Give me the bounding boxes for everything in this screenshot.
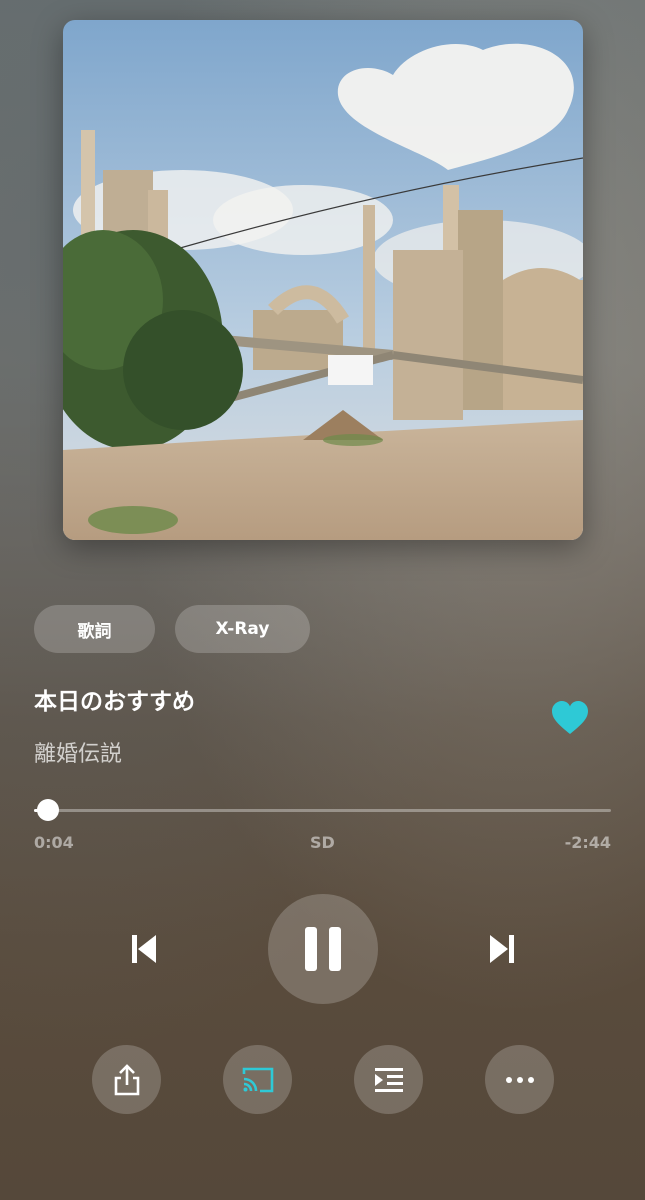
progress-handle[interactable] [36, 799, 59, 821]
more-options-icon [505, 1076, 534, 1083]
skip-next-icon [490, 935, 514, 963]
share-button[interactable] [92, 1045, 161, 1114]
progress-track[interactable] [34, 809, 611, 812]
album-art [63, 20, 583, 540]
audio-quality-badge: SD [310, 833, 335, 852]
share-icon [114, 1063, 139, 1095]
elapsed-time: 0:04 [34, 833, 74, 852]
next-button[interactable] [478, 925, 526, 973]
like-button[interactable] [551, 700, 589, 736]
skip-previous-icon [132, 935, 156, 963]
previous-button[interactable] [120, 925, 168, 973]
queue-button[interactable] [354, 1045, 423, 1114]
xray-button[interactable]: X-Ray [175, 605, 310, 653]
cast-icon [242, 1067, 273, 1092]
pause-button[interactable] [268, 894, 378, 1004]
pause-icon [305, 927, 341, 971]
lyrics-button-label: 歌詞 [77, 621, 112, 642]
track-artist[interactable]: 離婚伝説 [34, 736, 122, 768]
heart-icon [552, 701, 588, 734]
cast-button[interactable] [223, 1045, 292, 1114]
album-art-image [63, 20, 583, 540]
more-options-button[interactable] [485, 1045, 554, 1114]
xray-button-label: X-Ray [215, 619, 270, 639]
track-title: 本日のおすすめ [34, 689, 195, 715]
lyrics-button[interactable]: 歌詞 [34, 605, 155, 653]
remaining-time: -2:44 [564, 833, 611, 852]
queue-icon [374, 1067, 403, 1092]
